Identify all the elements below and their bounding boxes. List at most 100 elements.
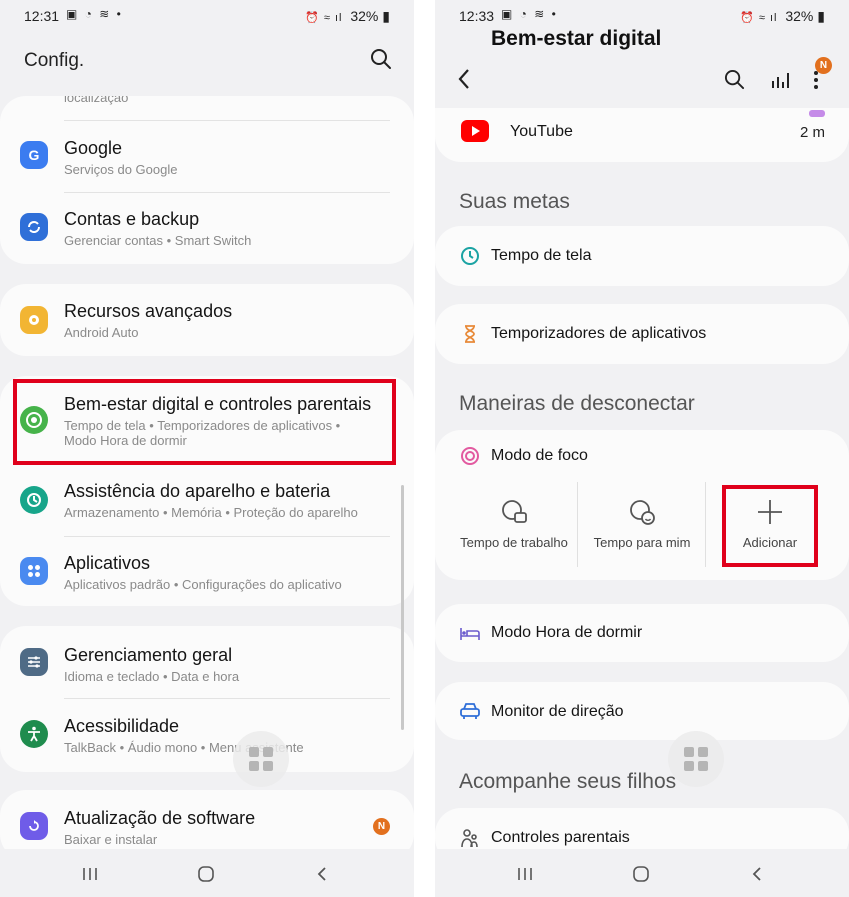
me-time-icon bbox=[630, 500, 655, 525]
home-icon bbox=[198, 866, 214, 882]
new-badge: N bbox=[373, 818, 390, 835]
driving-monitor-row[interactable]: Monitor de direção bbox=[435, 682, 849, 740]
focus-option-me-time[interactable]: Tempo para mim bbox=[578, 482, 706, 567]
app-usage-youtube[interactable]: YouTube 2 m bbox=[435, 108, 849, 162]
status-right: ⏰ ≈ ıl 32% ▮ bbox=[305, 8, 390, 25]
family-icon bbox=[461, 829, 478, 848]
item-title: Recursos avançados bbox=[64, 301, 233, 321]
battery-percent: 32% bbox=[350, 8, 379, 24]
back-button[interactable] bbox=[742, 859, 772, 889]
bed-icon bbox=[460, 628, 480, 640]
accessibility-icon bbox=[20, 720, 48, 748]
parental-label: Controles parentais bbox=[491, 829, 630, 846]
goal-app-timers[interactable]: Temporizadores de aplicativos bbox=[435, 304, 849, 364]
item-title: Google bbox=[64, 138, 123, 158]
battery-percent: 32% bbox=[785, 8, 814, 24]
update-icon bbox=[20, 812, 48, 840]
scrollbar[interactable] bbox=[401, 485, 404, 730]
notification-badge: N bbox=[815, 57, 832, 74]
back-arrow-icon[interactable] bbox=[457, 68, 471, 90]
floating-grid-button[interactable] bbox=[233, 731, 289, 787]
highlight-box bbox=[13, 379, 396, 465]
notification-icons: ▣ ◔ ≋ • bbox=[66, 7, 123, 21]
driving-label: Monitor de direção bbox=[491, 703, 624, 720]
status-bar: 12:31 ▣ ◔ ≋ • ⏰ ≈ ıl 32% ▮ bbox=[0, 0, 414, 34]
system-icons: ⏰ ≈ ıl bbox=[740, 12, 778, 24]
focus-option-work[interactable]: Tempo de trabalho bbox=[449, 482, 579, 567]
section-heading-disconnect: Maneiras de desconectar bbox=[459, 392, 695, 415]
focus-icon bbox=[461, 447, 479, 465]
back-icon bbox=[752, 867, 761, 881]
status-time: 12:33 bbox=[459, 8, 495, 24]
settings-item-location[interactable]: localização bbox=[0, 96, 414, 120]
notification-icons: ▣ ◔ ≋ • bbox=[501, 7, 558, 21]
item-subtitle: Baixar e instalar bbox=[64, 832, 158, 847]
app-usage-card: YouTube 2 m bbox=[435, 108, 849, 162]
recents-button[interactable] bbox=[510, 859, 540, 889]
back-button[interactable] bbox=[307, 859, 337, 889]
chart-icon[interactable] bbox=[770, 70, 790, 90]
item-subtitle: Armazenamento • Memória • Proteção do ap… bbox=[64, 505, 358, 520]
home-icon bbox=[633, 866, 649, 882]
settings-card-general: Gerenciamento geral Idioma e teclado • D… bbox=[0, 626, 414, 772]
battery-icon: ▮ bbox=[817, 8, 825, 24]
search-icon[interactable] bbox=[370, 48, 392, 70]
settings-item-google[interactable]: G Google Serviços do Google bbox=[0, 120, 414, 192]
app-bar: Config. bbox=[0, 40, 414, 80]
device-care-icon bbox=[20, 486, 48, 514]
focus-option-label: Tempo para mim bbox=[593, 535, 691, 550]
apps-icon bbox=[20, 557, 48, 585]
svg-text:G: G bbox=[29, 147, 40, 163]
highlight-box bbox=[722, 485, 818, 567]
bedtime-mode-row[interactable]: Modo Hora de dormir bbox=[435, 604, 849, 662]
car-icon bbox=[460, 703, 480, 719]
item-subtitle: Gerenciar contas • Smart Switch bbox=[64, 233, 252, 248]
item-title: Atualização de software bbox=[64, 808, 256, 828]
search-icon[interactable] bbox=[724, 69, 745, 90]
floating-grid-button[interactable] bbox=[668, 731, 724, 787]
goal-label: Temporizadores de aplicativos bbox=[491, 325, 707, 342]
settings-screen: 12:31 ▣ ◔ ≋ • ⏰ ≈ ıl 32% ▮ Config. local… bbox=[0, 0, 414, 897]
settings-card-advanced: Recursos avançados Android Auto bbox=[0, 284, 414, 356]
item-title: Acessibilidade bbox=[64, 716, 180, 736]
recents-button[interactable] bbox=[75, 859, 105, 889]
recents-icon bbox=[83, 868, 97, 880]
home-button[interactable] bbox=[191, 859, 221, 889]
item-subtitle: Android Auto bbox=[64, 325, 139, 340]
bedtime-label: Modo Hora de dormir bbox=[491, 624, 643, 641]
youtube-icon bbox=[461, 120, 489, 142]
settings-item-advanced-features[interactable]: Recursos avançados Android Auto bbox=[0, 284, 414, 356]
item-subtitle: Serviços do Google bbox=[64, 162, 178, 177]
grid-icon bbox=[684, 747, 708, 771]
settings-card-accounts: localização G Google Serviços do Google … bbox=[0, 96, 414, 264]
settings-item-accounts-backup[interactable]: Contas e backup Gerenciar contas • Smart… bbox=[0, 192, 414, 264]
recents-icon bbox=[518, 868, 532, 880]
settings-item-accessibility[interactable]: Acessibilidade TalkBack • Áudio mono • M… bbox=[0, 698, 414, 772]
digital-wellbeing-screen: 12:33 ▣ ◔ ≋ • ⏰ ≈ ıl 32% ▮ Bem-estar dig… bbox=[435, 0, 849, 897]
settings-item-general-management[interactable]: Gerenciamento geral Idioma e teclado • D… bbox=[0, 626, 414, 698]
grid-icon bbox=[249, 747, 273, 771]
item-subtitle: localização bbox=[64, 96, 129, 105]
goal-screen-time[interactable]: Tempo de tela bbox=[435, 226, 849, 286]
page-title: Bem-estar digital bbox=[491, 27, 662, 50]
item-title: Assistência do aparelho e bateria bbox=[64, 481, 331, 501]
app-name: YouTube bbox=[510, 123, 573, 140]
home-button[interactable] bbox=[626, 859, 656, 889]
item-title: Contas e backup bbox=[64, 209, 200, 229]
settings-item-device-care[interactable]: Assistência do aparelho e bateria Armaze… bbox=[0, 464, 414, 536]
puzzle-icon bbox=[20, 306, 48, 334]
item-subtitle: Aplicativos padrão • Configurações do ap… bbox=[64, 577, 342, 592]
focus-option-label: Tempo de trabalho bbox=[460, 535, 568, 550]
settings-item-apps[interactable]: Aplicativos Aplicativos padrão • Configu… bbox=[0, 536, 414, 606]
focus-mode-row[interactable]: Modo de foco bbox=[435, 430, 849, 480]
item-subtitle: Idioma e teclado • Data e hora bbox=[64, 669, 240, 684]
battery-icon: ▮ bbox=[382, 8, 390, 24]
goal-label: Tempo de tela bbox=[491, 247, 592, 264]
clock-icon bbox=[461, 247, 479, 265]
sliders-icon bbox=[20, 648, 48, 676]
system-icons: ⏰ ≈ ıl bbox=[305, 12, 343, 24]
app-usage-time: 2 m bbox=[799, 124, 825, 141]
back-icon bbox=[317, 867, 326, 881]
navigation-bar bbox=[0, 849, 414, 897]
page-title: Config. bbox=[24, 50, 85, 71]
